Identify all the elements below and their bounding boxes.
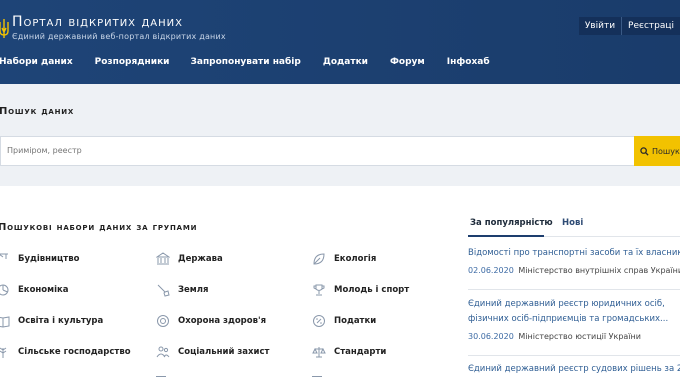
crane-icon [0, 252, 10, 266]
news-item[interactable]: Відомості про транспортні засоби та їх в… [468, 246, 680, 277]
site-subtitle: Єдиний державний веб-портал відкритих да… [12, 32, 226, 41]
group-label: Держава [178, 254, 223, 264]
group-item[interactable]: Стандарти [312, 344, 386, 360]
news-title[interactable]: Відомості про транспортні засоби та їх в… [468, 246, 680, 261]
search-icon [640, 146, 649, 156]
nav-item-datasets[interactable]: Набори даних [0, 52, 73, 72]
shovel-icon [156, 283, 170, 297]
news-title[interactable]: Єдиний державний реєстр судових рішень з… [468, 362, 680, 377]
search-button-label: Пошук [652, 146, 680, 156]
login-link[interactable]: Увійти [579, 17, 623, 35]
news-org: Міністерство юстиції України [518, 332, 641, 341]
news-item[interactable]: Єдиний державний реєстр юридичних осіб, … [468, 297, 680, 343]
scales-icon [312, 345, 326, 359]
search-button[interactable]: Пошук [634, 136, 680, 166]
site-title[interactable]: Портал відкритих даних [12, 14, 183, 30]
divider [468, 289, 680, 290]
wheat-icon [0, 345, 10, 359]
group-label: Охорона здоров'я [178, 316, 267, 326]
news-title[interactable]: Єдиний державний реєстр юридичних осіб, [468, 297, 680, 312]
group-item[interactable]: Освіта і культура [0, 313, 103, 329]
medical-icon [156, 314, 170, 328]
tab-new[interactable]: Нові [562, 218, 583, 228]
news-meta: 02.06.2020 Міністерство внутрішніх справ… [468, 265, 680, 277]
group-label: Екологія [334, 254, 377, 264]
nav-item-apps[interactable]: Додатки [323, 52, 368, 72]
trident-logo-icon[interactable] [0, 18, 10, 40]
book-icon [0, 314, 10, 328]
group-label: Сільське господарство [18, 347, 131, 357]
news-tabs: За популярністю Нові [468, 215, 680, 237]
percent-icon [312, 314, 326, 328]
news-meta: 30.06.2020 Міністерство юстиції України [468, 331, 680, 343]
group-item[interactable]: Держава [156, 251, 223, 267]
group-label: Освіта і культура [18, 316, 104, 326]
nav-item-suggest[interactable]: Запропонувати набір [190, 52, 300, 72]
main-nav: Набори даних Розпорядники Запропонувати … [0, 52, 490, 72]
group-label: Земля [178, 285, 209, 295]
pie-chart-icon [0, 283, 10, 297]
building-columns-icon [156, 252, 170, 266]
group-label: Податки [334, 316, 377, 326]
news-date: 02.06.2020 [468, 266, 514, 275]
nav-item-infohub[interactable]: Інфохаб [447, 52, 490, 72]
group-item[interactable]: Будівництво [0, 251, 79, 267]
nav-item-publishers[interactable]: Розпорядники [95, 52, 170, 72]
next-row-icon [312, 376, 322, 382]
divider [468, 355, 680, 356]
news-title-continued[interactable]: фізичних осіб-підприємців та громадських… [468, 312, 680, 327]
site-header: Портал відкритих даних Єдиний державний … [0, 0, 680, 84]
group-label: Соціальний захист [178, 347, 270, 357]
group-label: Економіка [18, 285, 69, 295]
group-item[interactable]: Сільське господарство [0, 344, 131, 360]
group-item[interactable]: Податки [312, 313, 376, 329]
register-link[interactable]: Реєстраці [622, 17, 680, 35]
group-item[interactable]: Економіка [0, 282, 69, 298]
people-icon [156, 345, 170, 359]
group-label: Стандарти [334, 347, 387, 357]
leaf-icon [312, 252, 326, 266]
search-input[interactable] [7, 137, 607, 165]
group-label: Молодь і спорт [334, 285, 410, 295]
group-item[interactable]: Земля [156, 282, 208, 298]
trophy-icon [312, 283, 326, 297]
groups-title: Пошукові набори даних за групами [0, 222, 198, 233]
group-label: Будівництво [18, 254, 80, 264]
group-item[interactable]: Соціальний захист [156, 344, 269, 360]
search-section: Пошук даних Пошук [0, 84, 680, 186]
nav-item-forum[interactable]: Форум [390, 52, 425, 72]
news-date: 30.06.2020 [468, 332, 514, 341]
news-org: Міністерство внутрішніх справ України [518, 266, 680, 275]
group-item[interactable]: Охорона здоров'я [156, 313, 266, 329]
active-tab-indicator [468, 235, 544, 237]
search-title: Пошук даних [0, 106, 75, 117]
tab-popular[interactable]: За популярністю [470, 218, 553, 228]
auth-links: Увійти Реєстраці [578, 17, 680, 35]
search-box [0, 136, 634, 166]
next-row-icon [156, 376, 166, 382]
news-item[interactable]: Єдиний державний реєстр судових рішень з… [468, 362, 680, 377]
group-item[interactable]: Молодь і спорт [312, 282, 409, 298]
group-item[interactable]: Екологія [312, 251, 376, 267]
